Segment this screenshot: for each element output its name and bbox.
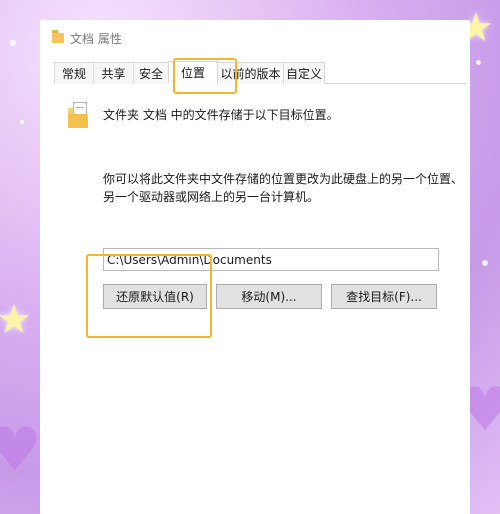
tab-sharing[interactable]: 共享 — [93, 62, 134, 84]
sparkle-decoration — [20, 120, 24, 124]
title-bar: 文档 属性 — [52, 28, 122, 48]
tab-label: 安全 — [138, 67, 163, 81]
tab-customize[interactable]: 自定义 — [283, 62, 325, 84]
tab-label: 位置 — [180, 66, 205, 80]
heart-decoration: ♥ — [0, 415, 42, 485]
desktop: { "window": { "title": "文档 属性" }, "tabs"… — [0, 0, 500, 514]
tab-general[interactable]: 常规 — [54, 62, 94, 84]
location-description: 你可以将此文件夹中文件存储的位置更改为此硬盘上的另一个位置、另一个驱动器或网络上… — [103, 172, 464, 204]
sparkle-decoration — [476, 60, 481, 65]
tab-label: 常规 — [61, 67, 86, 81]
sparkle-decoration — [482, 260, 488, 266]
find-target-button[interactable]: 查找目标(F)... — [331, 284, 437, 309]
path-input[interactable] — [103, 248, 439, 271]
folder-icon — [52, 30, 64, 43]
properties-dialog: 文档 属性 常规 共享 安全 位置 以前的版本 自定义 文件夹 文档 中的文件存… — [40, 20, 470, 514]
tab-label: 共享 — [101, 67, 126, 81]
move-button[interactable]: 移动(M)... — [216, 284, 322, 309]
tab-label: 自定义 — [286, 67, 323, 81]
restore-default-button[interactable]: 还原默认值(R) — [103, 284, 207, 309]
documents-folder-icon — [68, 102, 90, 128]
tab-security[interactable]: 安全 — [133, 62, 169, 84]
tab-bar: 常规 共享 安全 位置 以前的版本 自定义 — [54, 61, 466, 84]
tab-label: 以前的版本 — [220, 67, 281, 81]
tab-location[interactable]: 位置 — [168, 61, 218, 84]
tab-previous-versions[interactable]: 以前的版本 — [217, 62, 284, 84]
star-decoration: ★ — [0, 297, 32, 343]
sparkle-decoration — [10, 40, 16, 46]
location-info-text: 文件夹 文档 中的文件存储于以下目标位置。 — [103, 108, 339, 122]
window-title: 文档 属性 — [70, 31, 122, 46]
